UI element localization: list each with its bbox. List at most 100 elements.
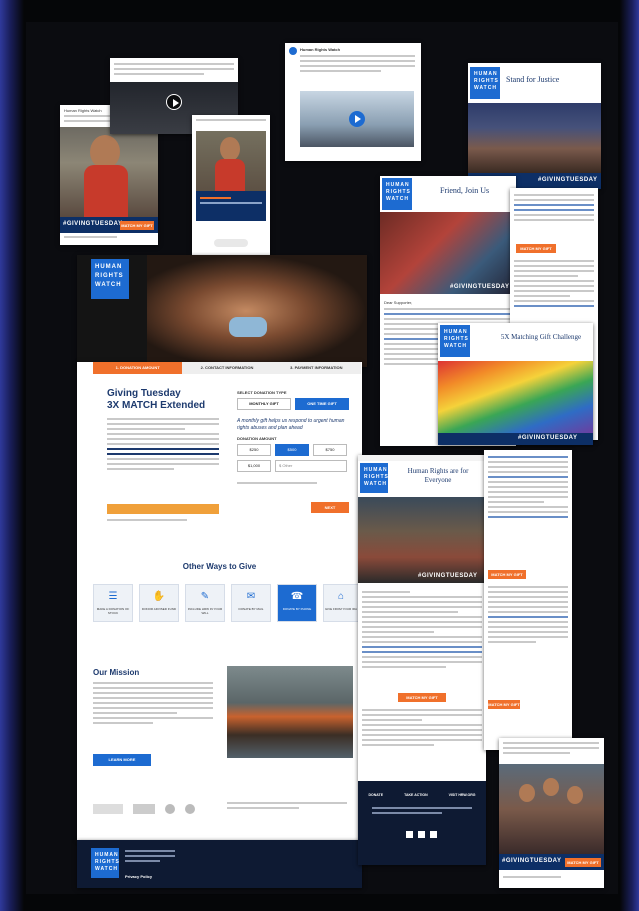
match-gift-button-2[interactable]: MATCH MY GIFT bbox=[488, 570, 526, 579]
phone-tile[interactable]: ☎ DONATE BY PHONE bbox=[277, 584, 317, 622]
match-gift-button[interactable]: MATCH MY GIFT bbox=[565, 858, 601, 867]
mail-tile[interactable]: ✉ DONATE BY MAIL bbox=[231, 584, 271, 622]
will-tile[interactable]: ✎ INCLUDE HRW IN YOUR WILL bbox=[185, 584, 225, 622]
hrw-logo: HUMAN RIGHTS WATCH bbox=[440, 325, 470, 357]
mission-text-lines bbox=[93, 682, 213, 727]
face-mask-shape bbox=[229, 317, 267, 337]
memory-checkbox-line bbox=[237, 482, 337, 487]
amount-750[interactable]: $750 bbox=[313, 444, 347, 456]
email-5x-matching: HUMAN RIGHTS WATCH 5X Matching Gift Challe… bbox=[438, 323, 593, 445]
email-preheader bbox=[358, 455, 486, 461]
giving-tuesday-tag: #GIVINGTUESDAY bbox=[502, 858, 562, 864]
children-photo bbox=[499, 764, 604, 854]
facebook-icon[interactable] bbox=[406, 831, 413, 838]
match-progress-bar bbox=[107, 504, 219, 514]
refugee-boat-photo bbox=[227, 666, 353, 758]
hrw-logo: HUMAN RIGHTS WATCH bbox=[91, 848, 119, 878]
email-body-lines bbox=[488, 456, 568, 521]
post-account-name: Human Rights Watch bbox=[300, 47, 341, 52]
bbb-logo bbox=[133, 804, 155, 814]
email-title: Human Rights are for Everyone bbox=[407, 467, 469, 484]
email-body-lines bbox=[362, 591, 482, 671]
next-button[interactable]: NEXT bbox=[311, 502, 349, 513]
bank-icon: ⌂ bbox=[337, 591, 345, 602]
step-donation-amount[interactable]: 1. DONATION AMOUNT bbox=[93, 362, 183, 374]
mission-title: Our Mission bbox=[93, 668, 140, 677]
amount-250[interactable]: $250 bbox=[237, 444, 271, 456]
privacy-policy-link[interactable]: Privacy Policy bbox=[125, 874, 152, 879]
email-human-rights-everyone: HUMAN RIGHTS WATCH Human Rights are for Ev… bbox=[358, 455, 486, 865]
donation-hero-banner: HUMAN RIGHTS WATCH bbox=[77, 255, 367, 367]
masked-people-photo bbox=[380, 212, 516, 294]
social-post-twitter: Human Rights Watch bbox=[285, 43, 421, 161]
rainbow-flag-photo bbox=[438, 361, 593, 433]
avatar bbox=[289, 47, 297, 55]
partner-logos bbox=[93, 804, 195, 814]
step-payment-info[interactable]: 3. PAYMENT INFORMATION bbox=[272, 362, 361, 374]
girl-photo bbox=[60, 127, 158, 217]
steps-bar: 1. DONATION AMOUNT 2. CONTACT INFORMATIO… bbox=[93, 362, 361, 374]
frequency-label: SELECT DONATION TYPE bbox=[237, 390, 287, 395]
amount-1000[interactable]: $1,000 bbox=[237, 460, 271, 472]
post-text-lines bbox=[300, 55, 415, 75]
hrw-logo: HUMAN RIGHTS WATCH bbox=[360, 463, 388, 493]
intro-text-lines bbox=[107, 418, 219, 473]
amount-other-input[interactable]: $ Other bbox=[275, 460, 347, 472]
masked-women-photo bbox=[147, 255, 367, 367]
hrw-logo: HUMAN RIGHTS WATCH bbox=[382, 178, 412, 210]
footer-address-lines bbox=[125, 850, 175, 865]
monthly-note: A monthly gift helps us respond to urgen… bbox=[237, 418, 345, 431]
email-body-lines-2 bbox=[514, 260, 594, 310]
page-title: Giving Tuesday 3X MATCH Extended bbox=[107, 388, 206, 411]
amount-500[interactable]: $500 bbox=[275, 444, 309, 456]
crowd-photo bbox=[468, 103, 601, 173]
match-gift-button[interactable]: MATCH MY GIFT bbox=[398, 693, 446, 702]
match-gift-button[interactable]: MATCH MY GIFT bbox=[120, 221, 154, 230]
giving-tuesday-tag: #GIVINGTUESDAY bbox=[538, 177, 598, 183]
document-icon: ✎ bbox=[200, 591, 210, 602]
email-greeting: Dear Supporter, bbox=[384, 300, 413, 305]
donation-footer: HUMAN RIGHTS WATCH Privacy Policy bbox=[77, 840, 362, 888]
take-action-link[interactable]: TAKE ACTION bbox=[404, 793, 428, 797]
charity-navigator-logo bbox=[93, 804, 123, 814]
other-ways-title: Other Ways to Give bbox=[182, 562, 257, 571]
donate-link[interactable]: DONATE bbox=[369, 793, 384, 797]
phone-icon: ☎ bbox=[290, 591, 304, 602]
donate-button[interactable] bbox=[214, 239, 248, 247]
hrw-logo: HUMAN RIGHTS WATCH bbox=[91, 259, 129, 299]
giving-tuesday-tag: #GIVINGTUESDAY bbox=[518, 435, 578, 441]
donor-advised-tile[interactable]: ✋ DONOR ADVISED FUND bbox=[139, 584, 179, 622]
stock-donation-tile[interactable]: ☰ MAKE A DONATION OF STOCK bbox=[93, 584, 133, 622]
post-text-lines bbox=[196, 119, 266, 124]
monthly-gift-toggle[interactable]: MONTHLY GIFT bbox=[237, 398, 291, 410]
email-title: Stand for Justice bbox=[506, 75, 560, 84]
learn-more-button[interactable]: LEARN MORE bbox=[93, 754, 151, 766]
giving-tuesday-tag: #GIVINGTUESDAY bbox=[63, 221, 123, 227]
instagram-icon[interactable] bbox=[430, 831, 437, 838]
progress-caption bbox=[107, 519, 187, 524]
email-title: 5X Matching Gift Challenge bbox=[500, 333, 582, 341]
play-icon[interactable] bbox=[349, 111, 365, 127]
match-gift-button[interactable]: MATCH MY GIFT bbox=[516, 244, 556, 253]
envelope-icon: ✉ bbox=[246, 591, 256, 602]
hand-icon: ✋ bbox=[152, 591, 166, 602]
ad-text-lines bbox=[200, 197, 262, 207]
mobile-social-post: #GIVINGTUESDAY MATCH MY GIFT bbox=[499, 738, 604, 888]
twitter-icon[interactable] bbox=[418, 831, 425, 838]
visit-site-link[interactable]: VISIT HRW.ORG bbox=[449, 793, 476, 797]
email-title: Friend, Join Us bbox=[440, 186, 490, 195]
giving-tuesday-tag: #GIVINGTUESDAY bbox=[418, 573, 478, 579]
email-footer-lines bbox=[372, 807, 472, 817]
ira-tile[interactable]: ⌂ GIVE FROM YOUR IRA bbox=[323, 584, 359, 622]
play-icon[interactable] bbox=[166, 94, 182, 110]
step-contact-info[interactable]: 2. CONTACT INFORMATION bbox=[182, 362, 271, 374]
post-text-lines bbox=[503, 742, 599, 757]
post-footer-lines bbox=[503, 876, 599, 881]
match-gift-button-3[interactable]: MATCH MY GIFT bbox=[488, 700, 520, 709]
email-body-lines-2 bbox=[488, 586, 568, 646]
stock-icon: ☰ bbox=[108, 591, 118, 602]
one-time-gift-toggle[interactable]: ONE TIME GIFT bbox=[295, 398, 349, 410]
donation-page: 1. DONATION AMOUNT 2. CONTACT INFORMATIO… bbox=[77, 362, 362, 840]
email-body-lines-2 bbox=[362, 709, 482, 749]
girl-photo bbox=[196, 131, 266, 191]
